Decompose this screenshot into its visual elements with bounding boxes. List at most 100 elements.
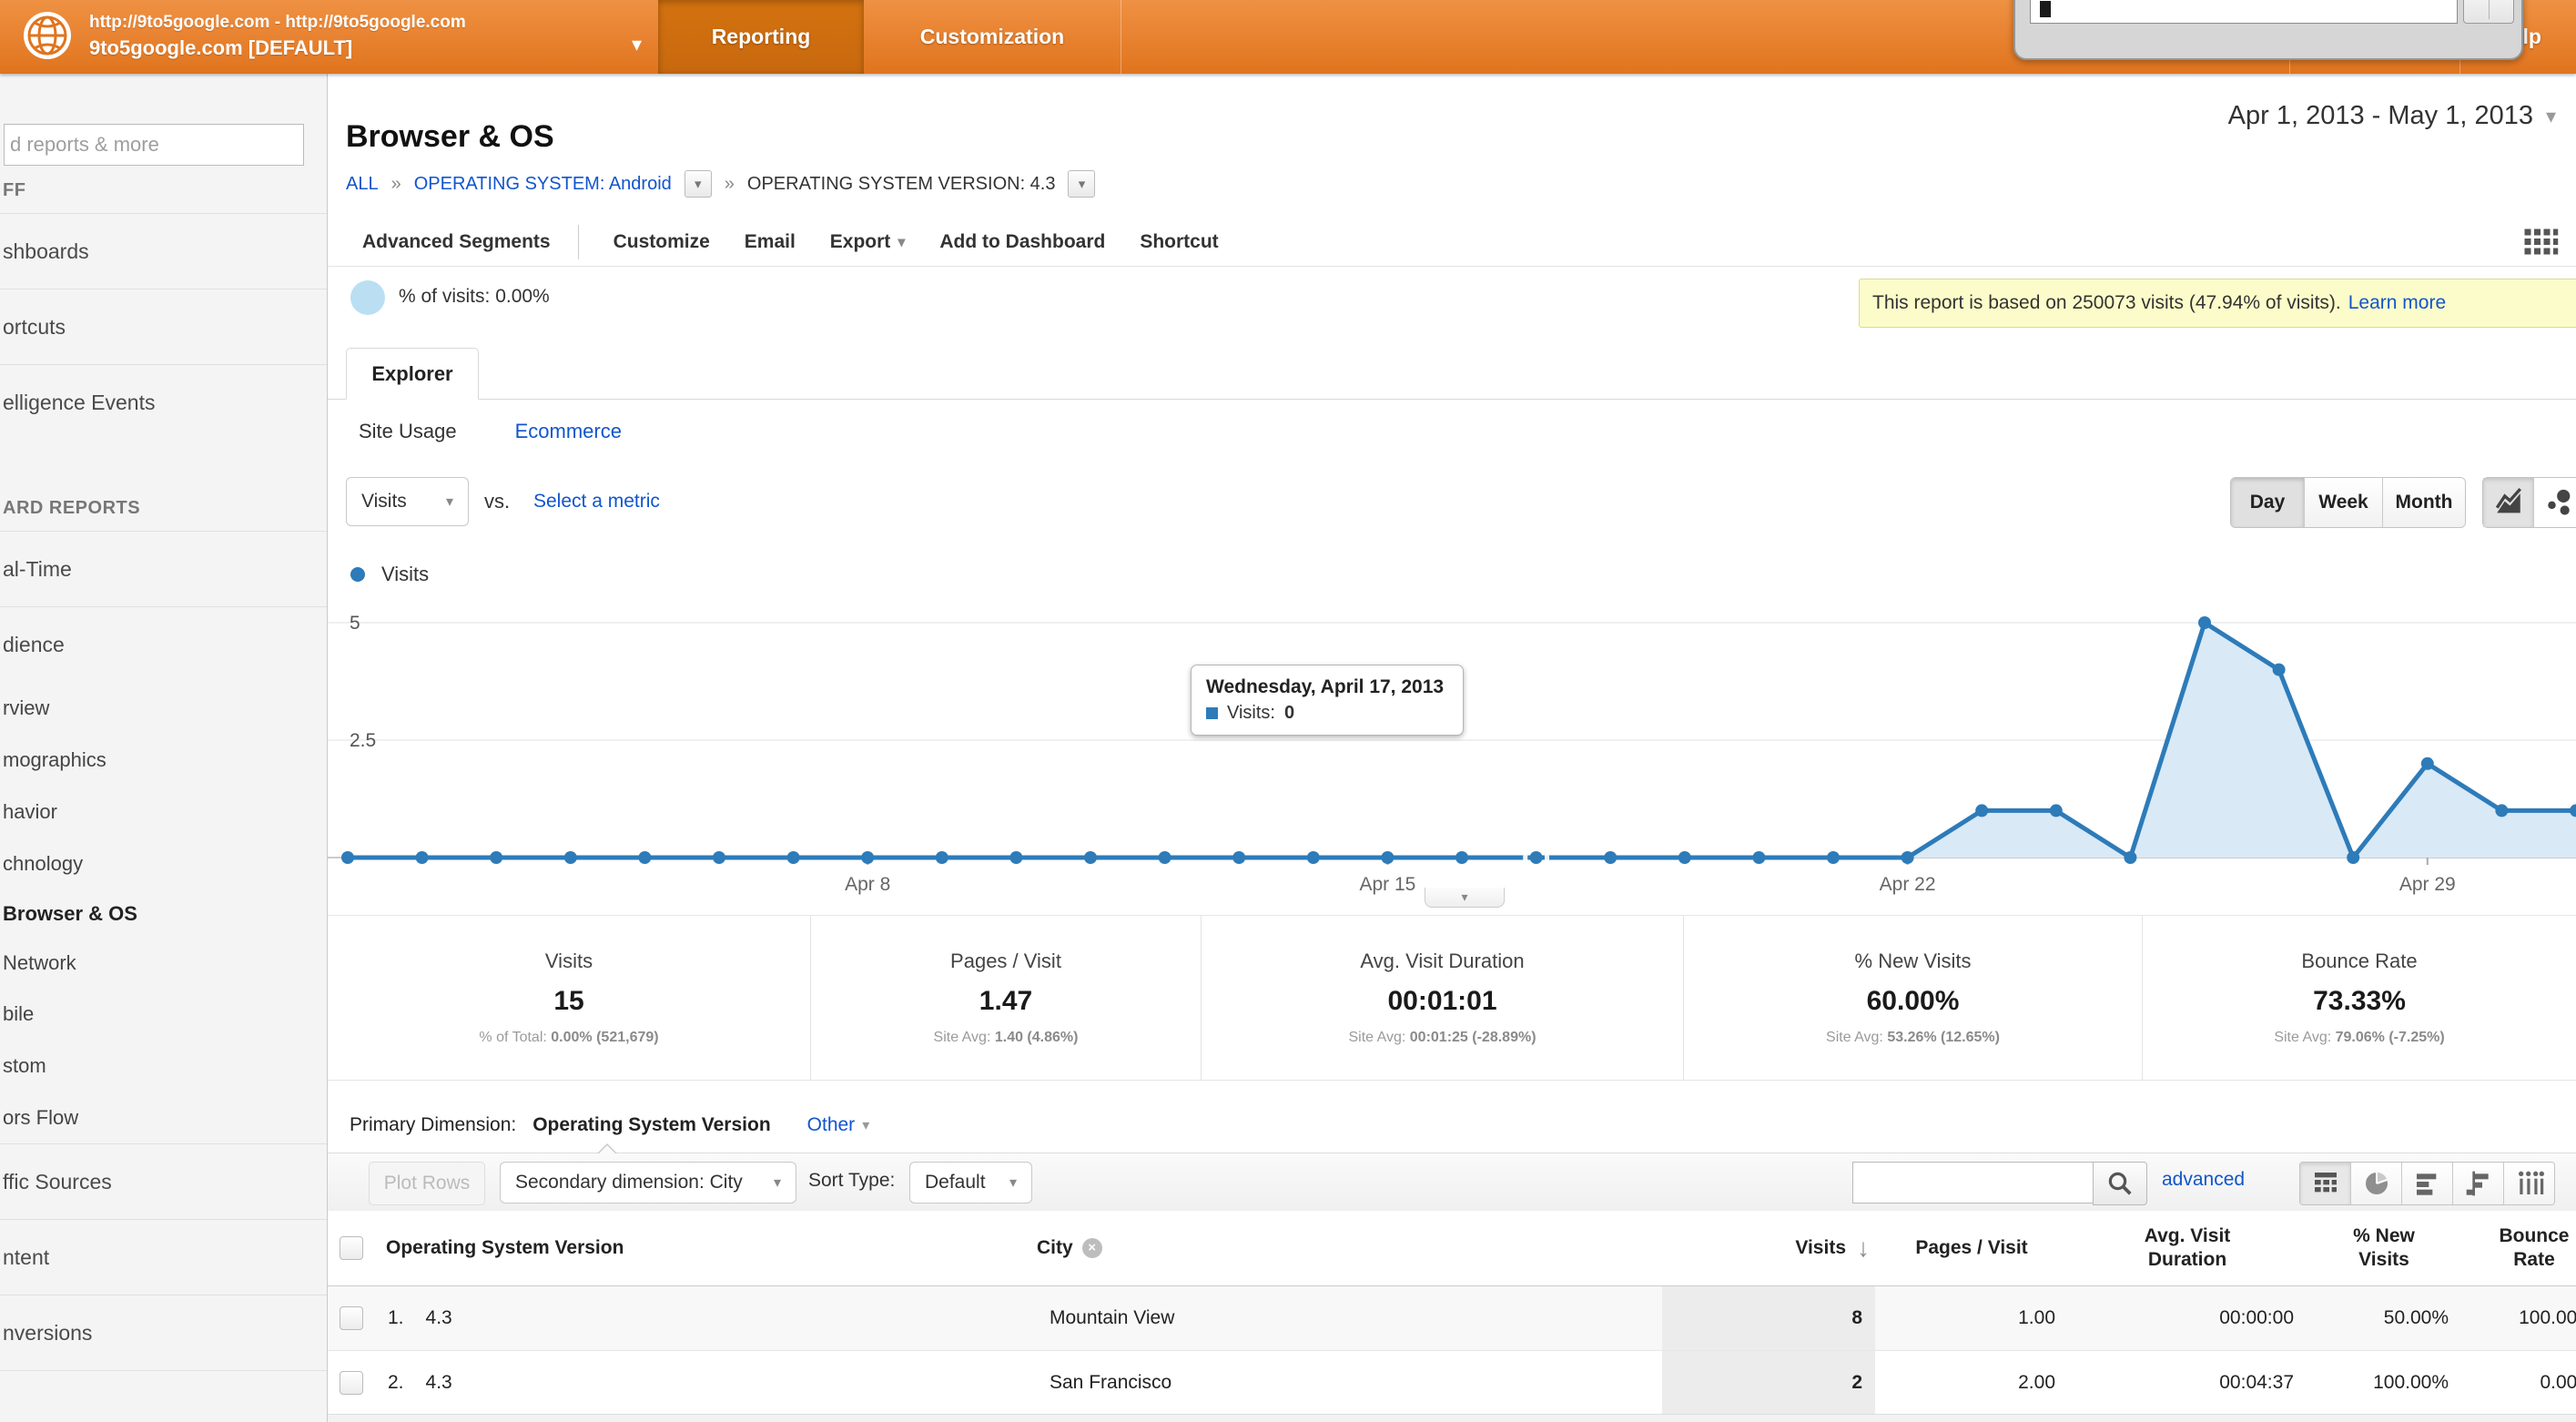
row-checkbox[interactable] <box>340 1371 363 1395</box>
data-point <box>2124 851 2136 864</box>
sidebar-item-browser-os[interactable]: Browser & OS <box>0 889 327 939</box>
sidebar-item-ortcuts[interactable]: ortcuts <box>0 289 327 364</box>
toolbar-customize-button[interactable]: Customize <box>614 231 710 253</box>
chart-options-pull-tab[interactable]: ▾ <box>1425 888 1505 908</box>
sidebar-item-al-time[interactable]: al-Time <box>0 531 327 606</box>
data-point <box>1159 851 1171 864</box>
data-point <box>1975 804 1988 817</box>
granularity-day-button[interactable]: Day <box>2231 478 2304 527</box>
select-a-metric-link[interactable]: Select a metric <box>533 491 660 513</box>
account-selector[interactable]: http://9to5google.com - http://9to5googl… <box>22 10 466 61</box>
row-checkbox[interactable] <box>340 1306 363 1330</box>
view-percentage-icon[interactable] <box>2350 1163 2401 1204</box>
sidebar-item-elligence-events[interactable]: elligence Events <box>0 364 327 440</box>
date-range-selector[interactable]: Apr 1, 2013 - May 1, 2013 ▾ <box>2228 101 2556 131</box>
column-header-bounce-rate[interactable]: BounceRate <box>2461 1224 2576 1272</box>
cell-avg-visit-duration: 00:04:37 <box>2068 1372 2307 1394</box>
account-caret-down-icon[interactable]: ▾ <box>632 33 642 56</box>
sidebar-item-chnology[interactable]: chnology <box>0 838 327 889</box>
breadcrumb-dropdown-button[interactable]: ▾ <box>685 170 712 198</box>
toolbar-email-button[interactable]: Email <box>745 231 796 253</box>
subtab-site-usage[interactable]: Site Usage <box>359 420 457 443</box>
column-header-pages-visit[interactable]: Pages / Visit <box>1875 1236 2068 1260</box>
sidebar-item-stom[interactable]: stom <box>0 1040 327 1092</box>
sidebar-item-shboards[interactable]: shboards <box>0 213 327 289</box>
data-point <box>1902 851 1914 864</box>
find-input[interactable] <box>2030 0 2458 24</box>
tab-reporting[interactable]: Reporting <box>658 0 864 74</box>
learn-more-link[interactable]: Learn more <box>2348 292 2446 314</box>
sidebar-item-bile[interactable]: bile <box>0 988 327 1040</box>
view-pivot-icon[interactable] <box>2503 1163 2554 1204</box>
toolbar-add-to-dashboard-button[interactable]: Add to Dashboard <box>939 231 1105 253</box>
column-header-city[interactable]: City× <box>1026 1236 1662 1260</box>
data-point <box>2198 616 2211 629</box>
sidebar-item-rview[interactable]: rview <box>0 682 327 734</box>
column-header-label: Pages / Visit <box>1875 1236 2068 1260</box>
sort-type-dropdown[interactable]: Default ▾ <box>909 1162 1032 1204</box>
advanced-search-link[interactable]: advanced <box>2162 1169 2245 1191</box>
y-axis-tick-label: 5 <box>350 613 360 634</box>
table-search-input[interactable] <box>1852 1162 2094 1204</box>
view-performance-icon[interactable] <box>2401 1163 2452 1204</box>
visits-line-chart[interactable]: 2.55Apr 8Apr 15Apr 22Apr 29 <box>328 596 2576 915</box>
sidebar-item-dience[interactable]: dience <box>0 606 327 682</box>
column-header-operating-system-version[interactable]: Operating System Version <box>375 1236 1026 1260</box>
view-comparison-icon[interactable] <box>2452 1163 2503 1204</box>
primary-dimension-current[interactable]: Operating System Version <box>532 1114 770 1136</box>
tab-explorer[interactable]: Explorer <box>346 348 479 400</box>
data-point <box>1752 851 1765 864</box>
cell-city: Mountain View <box>1026 1307 1662 1329</box>
remove-secondary-dimension-icon[interactable]: × <box>1082 1238 1102 1258</box>
sidebar-item-ors-flow[interactable]: ors Flow <box>0 1092 327 1143</box>
metric-label: Bounce Rate <box>2301 950 2417 973</box>
view-table-icon[interactable] <box>2300 1163 2350 1204</box>
report-sidebar: FFshboardsortcutselligence EventsARD REP… <box>0 74 328 1422</box>
sidebar-item-network[interactable]: Network <box>0 939 327 988</box>
tab-customization[interactable]: Customization <box>864 0 1121 74</box>
cell-pages-per-visit: 1.00 <box>1875 1307 2068 1329</box>
plot-rows-button[interactable]: Plot Rows <box>369 1162 485 1205</box>
sampling-notice-text: This report is based on 250073 visits (4… <box>1872 292 2341 314</box>
metric-value: 1.47 <box>979 986 1032 1017</box>
granularity-week-button[interactable]: Week <box>2304 478 2382 527</box>
sidebar-item-ntent[interactable]: ntent <box>0 1219 327 1295</box>
sidebar-item-mographics[interactable]: mographics <box>0 734 327 786</box>
secondary-dimension-dropdown[interactable]: Secondary dimension: City ▾ <box>500 1162 796 1204</box>
toolbar-advanced-segments-button[interactable]: Advanced Segments <box>362 231 551 253</box>
column-header--new-visits[interactable]: % NewVisits <box>2307 1224 2461 1272</box>
primary-dimension-other-link[interactable]: Other <box>807 1114 856 1136</box>
data-point <box>2421 757 2434 770</box>
metric-value: 15 <box>553 986 583 1017</box>
sidebar-item-nversions[interactable]: nversions <box>0 1295 327 1371</box>
explorer-tab-strip: Explorer <box>328 330 2576 400</box>
select-all-checkbox[interactable] <box>340 1236 363 1260</box>
shortcuts-grid-icon[interactable] <box>2521 226 2560 264</box>
table-search-button[interactable] <box>2093 1162 2147 1205</box>
row-checkbox-cell <box>328 1306 375 1330</box>
sort-desc-arrow-icon[interactable]: ↓ <box>1857 1236 1870 1260</box>
sidebar-item-havior[interactable]: havior <box>0 786 327 838</box>
granularity-month-button[interactable]: Month <box>2382 478 2465 527</box>
toolbar-shortcut-button[interactable]: Shortcut <box>1140 231 1218 253</box>
subtab-ecommerce[interactable]: Ecommerce <box>515 420 622 443</box>
toolbar-export-button[interactable]: Export▾ <box>830 231 906 253</box>
x-axis-tick-label: Apr 22 <box>1880 874 1936 895</box>
column-header-avg-visit-duration[interactable]: Avg. VisitDuration <box>2068 1224 2307 1272</box>
sidebar-item-ffic-sources[interactable]: ffic Sources <box>0 1143 327 1219</box>
breadcrumb-item-1[interactable]: OPERATING SYSTEM: Android <box>414 174 672 195</box>
motion-chart-icon[interactable] <box>2533 478 2576 527</box>
find-reports-search-input[interactable] <box>4 124 304 166</box>
line-chart-icon[interactable] <box>2483 478 2533 527</box>
metric-selector-dropdown[interactable]: Visits ▾ <box>346 477 469 526</box>
column-header-visits[interactable]: Visits↓ <box>1662 1236 1875 1260</box>
breadcrumb-dropdown-button[interactable]: ▾ <box>1068 170 1095 198</box>
find-prev-next-buttons[interactable] <box>2463 0 2514 24</box>
metric-pages-visit: Pages / Visit1.47Site Avg: 1.40 (4.86%) <box>810 916 1201 1080</box>
breadcrumb-item-0[interactable]: ALL <box>346 174 379 195</box>
find-text-caret <box>2040 1 2051 17</box>
sampling-notice: This report is based on 250073 visits (4… <box>1859 279 2576 328</box>
metric--new-visits: % New Visits60.00%Site Avg: 53.26% (12.6… <box>1683 916 2142 1080</box>
data-point <box>713 851 725 864</box>
os-version-value: 4.3 <box>426 1372 452 1394</box>
